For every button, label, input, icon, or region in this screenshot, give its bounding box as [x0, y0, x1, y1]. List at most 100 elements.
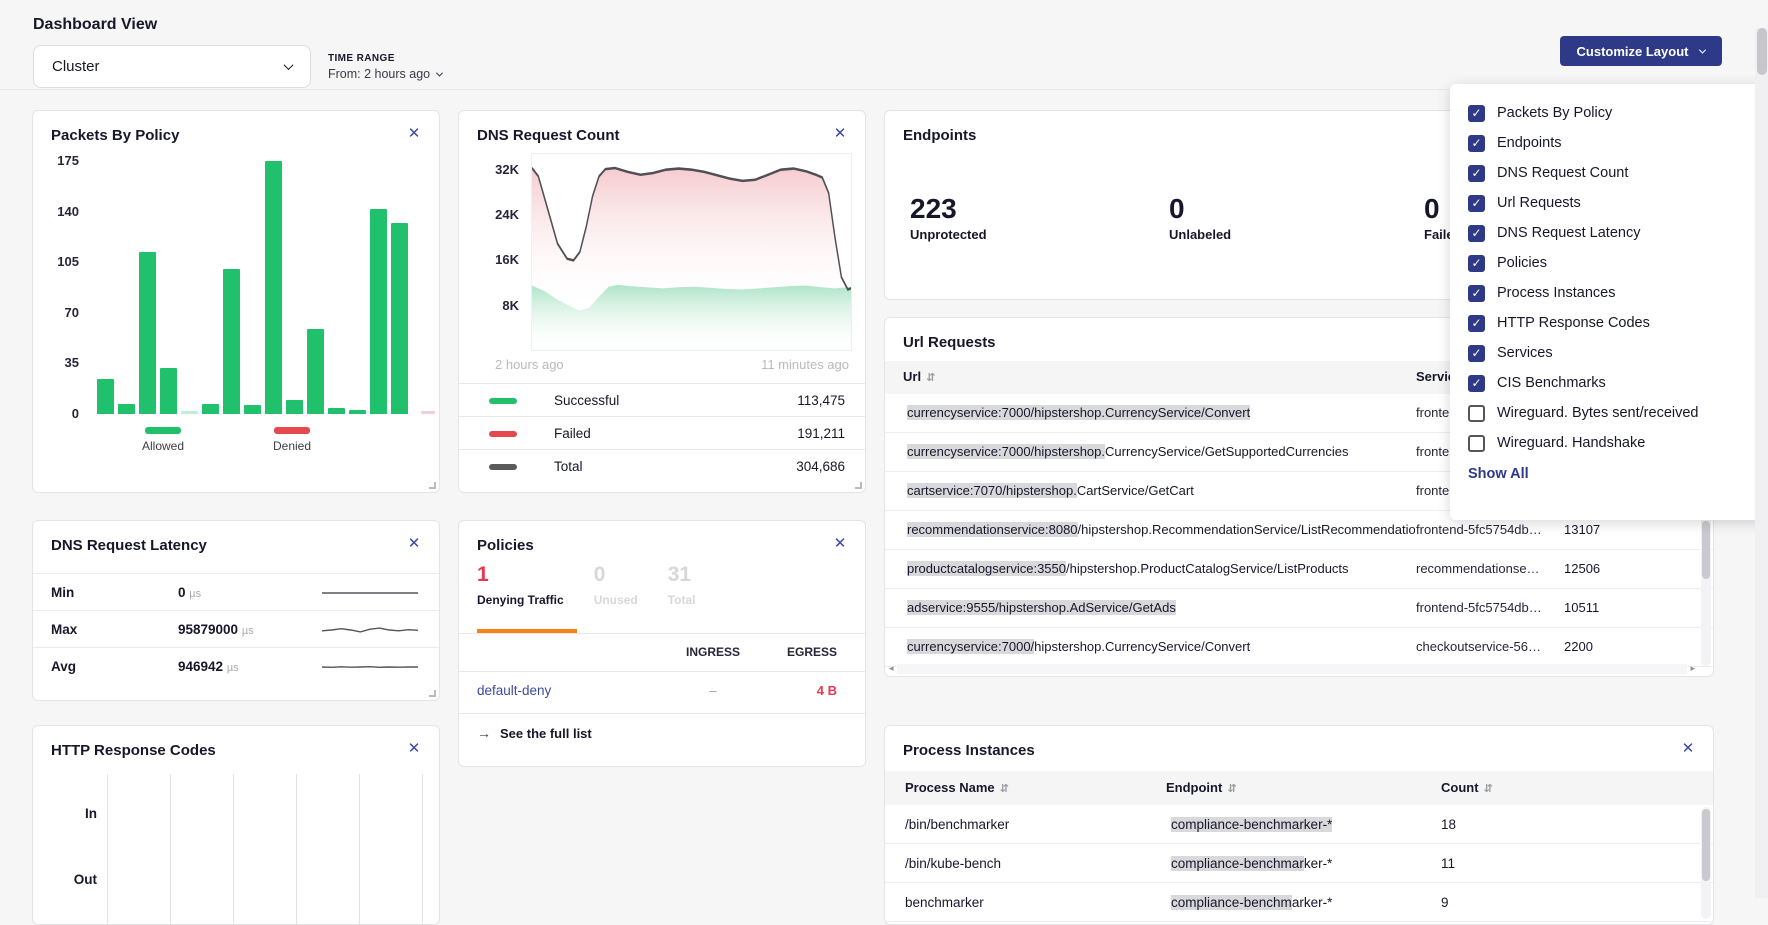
- dropdown-item-cis-benchmarks[interactable]: ✓CIS Benchmarks: [1468, 368, 1764, 398]
- checkbox-icon[interactable]: ✓: [1468, 255, 1485, 272]
- heatmap-grid: [107, 774, 423, 925]
- y-tick-label: 0: [33, 406, 79, 421]
- chart-bar-allowed: [139, 252, 156, 414]
- tab-count: 1: [477, 563, 564, 587]
- sparkline: [322, 655, 418, 684]
- url-rest: /hipstershop.ProductCatalogService/ListP…: [1066, 561, 1349, 576]
- horizontal-scrollbar[interactable]: ◂ ▸: [889, 662, 1695, 675]
- legend-swatch: [489, 464, 517, 470]
- vertical-scrollbar[interactable]: [1701, 807, 1711, 919]
- chart-bar-denied: [421, 411, 435, 414]
- area-chart-svg: [532, 154, 851, 350]
- policy-tabs: 1Denying Traffic 0Unused 31Total: [477, 563, 695, 607]
- time-range-value[interactable]: From: 2 hours ago: [328, 67, 442, 81]
- latency-label: Avg: [51, 659, 76, 674]
- table-row[interactable]: /bin/benchmarkercompliance-benchmarker-*…: [885, 805, 1713, 844]
- checkbox-icon[interactable]: ✓: [1468, 285, 1485, 302]
- dropdown-item-http-response-codes[interactable]: ✓HTTP Response Codes: [1468, 308, 1764, 338]
- policy-tab-denying-traffic[interactable]: 1Denying Traffic: [477, 563, 564, 607]
- customize-layout-button[interactable]: Customize Layout: [1560, 36, 1722, 66]
- card-title: HTTP Response Codes: [51, 742, 216, 759]
- endpoint-highlight: compliance-benchmarker-*: [1171, 817, 1332, 832]
- scroll-left-arrow-icon[interactable]: ◂: [889, 663, 894, 674]
- policy-link[interactable]: default-deny: [477, 683, 551, 698]
- endpoint-cell: compliance-benchmarker-*: [1166, 814, 1337, 835]
- dropdown-item-policies[interactable]: ✓ Policies: [1468, 248, 1764, 278]
- close-icon[interactable]: ✕: [403, 533, 425, 555]
- chart-bar-allowed: [391, 223, 408, 414]
- row-label-in: In: [47, 806, 97, 821]
- close-icon[interactable]: ✕: [829, 533, 851, 555]
- chart-bar-allowed: [244, 405, 261, 414]
- chevron-down-icon: [436, 69, 443, 76]
- close-icon[interactable]: ✕: [829, 123, 851, 145]
- table-row[interactable]: adservice:9555/hipstershop.AdService/Get…: [885, 589, 1713, 628]
- checkbox-icon[interactable]: ✓: [1468, 195, 1485, 212]
- table-row[interactable]: productcatalogservice:3550/hipstershop.P…: [885, 550, 1713, 589]
- close-icon[interactable]: ✕: [1677, 738, 1699, 760]
- card-process-instances: Process Instances ✕ Process Name⇵ Endpoi…: [884, 725, 1714, 925]
- endpoint-rest: ker-*: [1304, 856, 1333, 871]
- checkbox-icon[interactable]: ✓: [1468, 105, 1485, 122]
- sort-icon[interactable]: ⇵: [1000, 783, 1009, 795]
- table-row[interactable]: /bin/kube-benchcompliance-benchmarker-*1…: [885, 844, 1713, 883]
- legend-swatch: [274, 427, 310, 434]
- checkbox-icon[interactable]: ✓: [1468, 225, 1485, 242]
- sort-icon[interactable]: ⇵: [1484, 783, 1493, 795]
- column-header-ingress: INGRESS: [669, 645, 757, 659]
- sort-icon[interactable]: ⇵: [926, 372, 935, 384]
- see-full-list-link[interactable]: → See the full list: [477, 725, 592, 741]
- service-cell: frontend-5fc5754db…: [1416, 522, 1551, 537]
- checkbox-icon[interactable]: ✓: [1468, 315, 1485, 332]
- dropdown-item-label: Policies: [1497, 255, 1547, 271]
- legend-label: Denied: [273, 439, 311, 453]
- url-cell: productcatalogservice:3550/hipstershop.P…: [903, 558, 1353, 579]
- checkbox-icon[interactable]: ✓: [1468, 135, 1485, 152]
- view-selector[interactable]: Cluster: [33, 45, 311, 88]
- resize-handle[interactable]: [855, 482, 862, 489]
- close-icon[interactable]: ✕: [403, 738, 425, 760]
- url-cell: currencyservice:7000/hipstershop.Currenc…: [903, 441, 1353, 462]
- checkbox-icon[interactable]: ✓: [1468, 375, 1485, 392]
- table-row[interactable]: benchmarkercompliance-benchmarker-*9: [885, 883, 1713, 922]
- dropdown-item-packets-by-policy[interactable]: ✓Packets By Policy: [1468, 98, 1764, 128]
- dropdown-item-process-instances[interactable]: ✓Process Instances: [1468, 278, 1764, 308]
- process-name-cell: benchmarker: [905, 895, 1145, 910]
- page-title: Dashboard View: [33, 16, 157, 34]
- dropdown-item-dns-request-latency[interactable]: ✓DNS Request Latency: [1468, 218, 1764, 248]
- scrollbar-thumb[interactable]: [1702, 809, 1710, 881]
- policy-tab-total[interactable]: 31Total: [668, 563, 696, 607]
- dropdown-item-wireguard-handshake[interactable]: Wireguard. Handshake: [1468, 428, 1764, 458]
- dropdown-item-wireguard-bytes-sent-received[interactable]: Wireguard. Bytes sent/received: [1468, 398, 1764, 428]
- endpoint-rest: arker-*: [1292, 895, 1333, 910]
- scrollbar-thumb[interactable]: [1702, 521, 1710, 579]
- time-range-control[interactable]: TIME RANGE From: 2 hours ago: [328, 53, 442, 81]
- y-tick-label: 8K: [473, 298, 519, 313]
- column-header-endpoint: Endpoint⇵: [1166, 780, 1237, 795]
- resize-handle[interactable]: [429, 690, 436, 697]
- dropdown-item-url-requests[interactable]: ✓Url Requests: [1468, 188, 1764, 218]
- latency-label: Max: [51, 622, 77, 637]
- sort-icon[interactable]: ⇵: [1227, 783, 1236, 795]
- page-scrollbar[interactable]: [1755, 28, 1768, 898]
- scroll-right-arrow-icon[interactable]: ▸: [1690, 663, 1695, 674]
- legend-label: Successful: [554, 393, 619, 408]
- checkbox-icon[interactable]: [1468, 435, 1485, 452]
- dropdown-item-services[interactable]: ✓Services: [1468, 338, 1764, 368]
- show-all-link[interactable]: Show All: [1468, 466, 1764, 482]
- stat-label: Unprotected: [910, 227, 987, 242]
- checkbox-icon[interactable]: ✓: [1468, 165, 1485, 182]
- dropdown-item-endpoints[interactable]: ✓Endpoints: [1468, 128, 1764, 158]
- url-cell: recommendationservice:8080/hipstershop.R…: [903, 519, 1415, 540]
- checkbox-icon[interactable]: [1468, 405, 1485, 422]
- latency-unit: µs: [227, 662, 239, 674]
- scrollbar-thumb[interactable]: [1757, 28, 1767, 75]
- dropdown-item-dns-request-count[interactable]: ✓DNS Request Count: [1468, 158, 1764, 188]
- count-cell: 11: [1441, 856, 1455, 871]
- resize-handle[interactable]: [429, 482, 436, 489]
- checkbox-icon[interactable]: ✓: [1468, 345, 1485, 362]
- y-tick-label: 105: [33, 254, 79, 269]
- close-icon[interactable]: ✕: [403, 123, 425, 145]
- policy-tab-unused[interactable]: 0Unused: [594, 563, 638, 607]
- scrollbar-track[interactable]: [897, 664, 1688, 674]
